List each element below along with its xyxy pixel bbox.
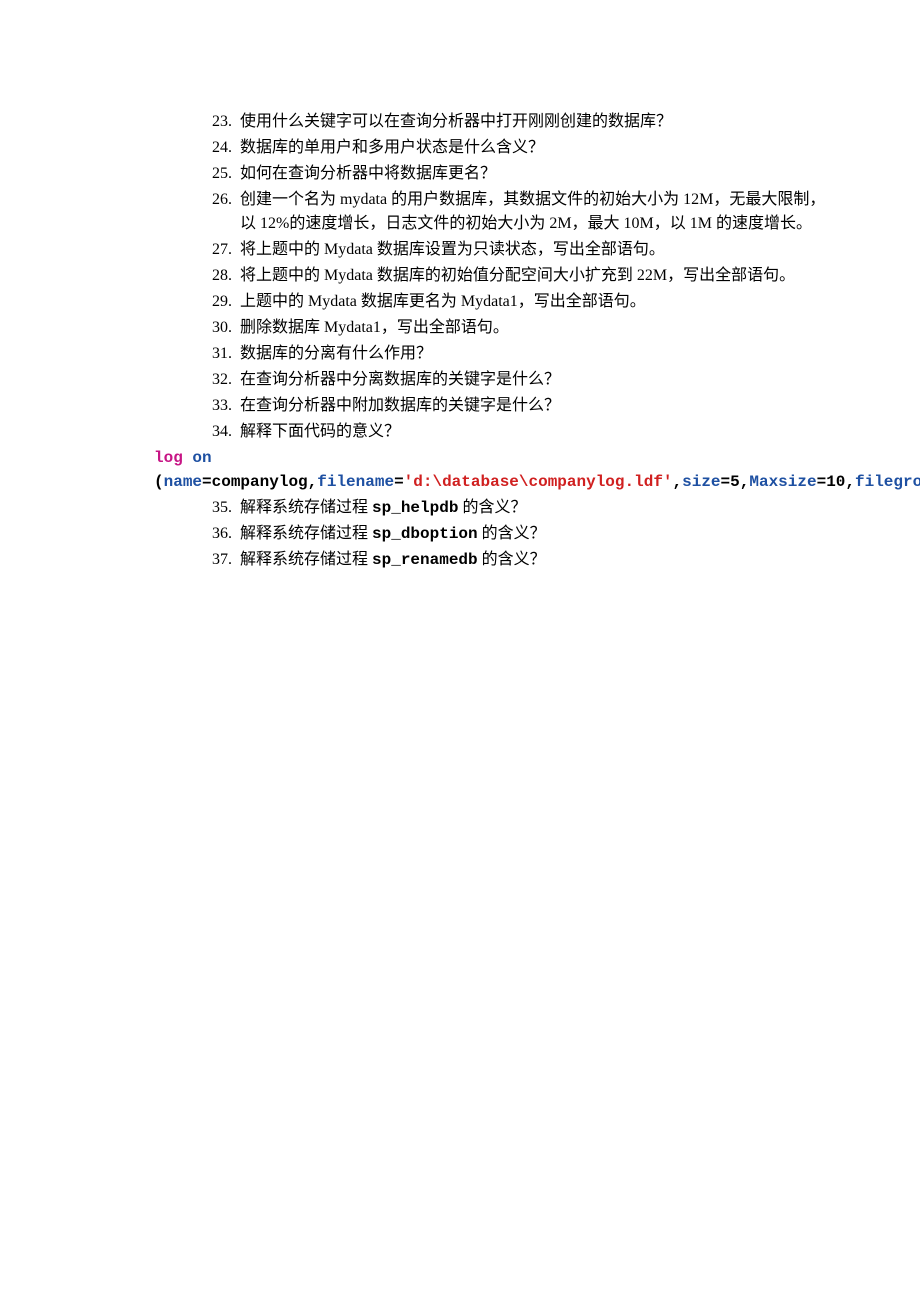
list-item: 37.解释系统存储过程 sp_renamedb 的含义？: [200, 548, 840, 572]
list-item: 31.数据库的分离有什么作用？: [200, 342, 840, 366]
item-number: 30.: [200, 316, 240, 340]
item-number: 28.: [200, 264, 240, 288]
item-text: 使用什么关键字可以在查询分析器中打开刚刚创建的数据库？: [240, 110, 840, 134]
keyword-maxsize: Maxsize: [749, 473, 816, 491]
list-item: 35.解释系统存储过程 sp_helpdb 的含义？: [200, 496, 840, 520]
keyword-filename: filename: [317, 473, 394, 491]
value-maxsize: 10: [826, 473, 845, 491]
item-text: 如何在查询分析器中将数据库更名？: [240, 162, 840, 186]
item-number: 36.: [200, 522, 240, 546]
item-text: 将上题中的 Mydata 数据库的初始值分配空间大小扩充到 22M，写出全部语句…: [240, 264, 840, 288]
list-item: 36.解释系统存储过程 sp_dboption 的含义？: [200, 522, 840, 546]
list-item: 27.将上题中的 Mydata 数据库设置为只读状态，写出全部语句。: [200, 238, 840, 262]
item-number: 23.: [200, 110, 240, 134]
equals: =: [817, 473, 827, 491]
text-pre: 解释系统存储过程: [240, 525, 372, 542]
keyword-log: log: [154, 449, 183, 467]
keyword-on: on: [192, 449, 211, 467]
item-text: 数据库的单用户和多用户状态是什么含义？: [240, 136, 840, 160]
list-item: 24.数据库的单用户和多用户状态是什么含义？: [200, 136, 840, 160]
code-line-2: (name=companylog,filename='d:\database\c…: [154, 470, 840, 494]
item-number: 33.: [200, 394, 240, 418]
string-filepath: 'd:\database\companylog.ldf': [404, 473, 673, 491]
list-item: 23.使用什么关键字可以在查询分析器中打开刚刚创建的数据库？: [200, 110, 840, 134]
equals: =: [202, 473, 212, 491]
item-text: 解释系统存储过程 sp_renamedb 的含义？: [240, 548, 840, 572]
keyword-size: size: [682, 473, 720, 491]
text-pre: 解释系统存储过程: [240, 499, 372, 516]
list-item: 26.创建一个名为 mydata 的用户数据库，其数据文件的初始大小为 12M，…: [200, 188, 840, 236]
item-number: 35.: [200, 496, 240, 520]
item-number: 37.: [200, 548, 240, 572]
text-post: 的含义？: [478, 525, 546, 542]
text-post: 的含义？: [478, 551, 546, 568]
question-list-2: 35.解释系统存储过程 sp_helpdb 的含义？ 36.解释系统存储过程 s…: [80, 496, 840, 572]
code-line-1: log on: [154, 446, 840, 470]
list-item: 32.在查询分析器中分离数据库的关键字是什么？: [200, 368, 840, 392]
item-text: 解释系统存储过程 sp_helpdb 的含义？: [240, 496, 840, 520]
item-text: 数据库的分离有什么作用？: [240, 342, 840, 366]
comma: ,: [673, 473, 683, 491]
item-text: 解释下面代码的意义？: [240, 420, 840, 444]
proc-name: sp_dboption: [372, 525, 478, 543]
item-text: 在查询分析器中附加数据库的关键字是什么？: [240, 394, 840, 418]
item-text: 在查询分析器中分离数据库的关键字是什么？: [240, 368, 840, 392]
comma: ,: [308, 473, 318, 491]
question-list-1: 23.使用什么关键字可以在查询分析器中打开刚刚创建的数据库？ 24.数据库的单用…: [80, 110, 840, 444]
list-item: 28.将上题中的 Mydata 数据库的初始值分配空间大小扩充到 22M，写出全…: [200, 264, 840, 288]
item-number: 34.: [200, 420, 240, 444]
item-number: 26.: [200, 188, 240, 236]
item-number: 27.: [200, 238, 240, 262]
code-block: log on (name=companylog,filename='d:\dat…: [80, 446, 840, 494]
equals: =: [394, 473, 404, 491]
keyword-name: name: [164, 473, 202, 491]
list-item: 33.在查询分析器中附加数据库的关键字是什么？: [200, 394, 840, 418]
item-number: 29.: [200, 290, 240, 314]
text-pre: 解释系统存储过程: [240, 551, 372, 568]
proc-name: sp_helpdb: [372, 499, 458, 517]
item-text: 将上题中的 Mydata 数据库设置为只读状态，写出全部语句。: [240, 238, 840, 262]
list-item: 34.解释下面代码的意义？: [200, 420, 840, 444]
item-text: 创建一个名为 mydata 的用户数据库，其数据文件的初始大小为 12M，无最大…: [240, 188, 840, 236]
comma: ,: [740, 473, 750, 491]
item-number: 31.: [200, 342, 240, 366]
item-number: 25.: [200, 162, 240, 186]
text-post: 的含义？: [458, 499, 526, 516]
list-item: 29.上题中的 Mydata 数据库更名为 Mydata1，写出全部语句。: [200, 290, 840, 314]
comma: ,: [845, 473, 855, 491]
item-number: 24.: [200, 136, 240, 160]
equals: =: [721, 473, 731, 491]
item-text: 删除数据库 Mydata1，写出全部语句。: [240, 316, 840, 340]
item-text: 上题中的 Mydata 数据库更名为 Mydata1，写出全部语句。: [240, 290, 840, 314]
paren-open: (: [154, 473, 164, 491]
value-size: 5: [730, 473, 740, 491]
list-item: 25.如何在查询分析器中将数据库更名？: [200, 162, 840, 186]
value-companylog: companylog: [212, 473, 308, 491]
item-text: 解释系统存储过程 sp_dboption 的含义？: [240, 522, 840, 546]
keyword-filegrowth: filegrowth: [855, 473, 920, 491]
list-item: 30.删除数据库 Mydata1，写出全部语句。: [200, 316, 840, 340]
proc-name: sp_renamedb: [372, 551, 478, 569]
item-number: 32.: [200, 368, 240, 392]
